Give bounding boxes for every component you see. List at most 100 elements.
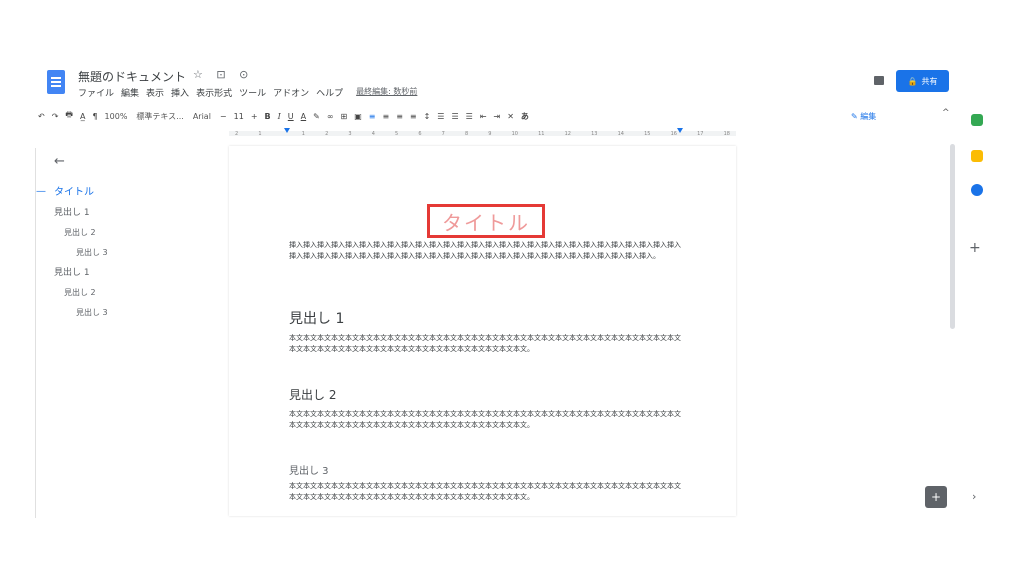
outline-active-marker: —: [36, 186, 46, 197]
document-outline: ← — タイトル 見出し 1 見出し 2 見出し 3 見出し 1 見出し 2 見…: [36, 154, 214, 323]
body-paragraph[interactable]: 本文本文本文本文本文本文本文本文本文本文本文本文本文本文本文本文本文本文本文本文…: [289, 409, 681, 431]
last-edit-link[interactable]: 最終編集: 数秒前: [356, 86, 417, 99]
add-addon-icon[interactable]: +: [969, 240, 981, 256]
menu-addons[interactable]: アドオン: [273, 86, 309, 99]
font-size-decrease-button[interactable]: −: [220, 112, 227, 121]
share-label: 共有: [921, 76, 938, 86]
justify-icon[interactable]: ≡: [410, 112, 417, 121]
title-highlight-box: タイトル: [427, 204, 545, 238]
align-right-icon[interactable]: ≡: [396, 112, 403, 121]
chevron-up-icon[interactable]: ^: [942, 108, 950, 118]
right-indent-marker-icon[interactable]: [677, 128, 683, 133]
body-paragraph[interactable]: 本文本文本文本文本文本文本文本文本文本文本文本文本文本文本文本文本文本文本文本文…: [289, 333, 681, 355]
text-color-button[interactable]: A: [301, 112, 306, 121]
heading-1[interactable]: 見出し 1: [289, 308, 344, 328]
decrease-indent-icon[interactable]: ⇤: [480, 112, 487, 121]
outline-item-heading3[interactable]: 見出し 3: [54, 303, 214, 323]
outline-item-heading2[interactable]: 見出し 2: [54, 223, 214, 243]
calendar-icon[interactable]: [971, 114, 983, 126]
ruler-tick: 4: [371, 131, 375, 137]
vertical-scrollbar[interactable]: [950, 144, 955, 329]
intro-paragraph[interactable]: 挿入挿入挿入挿入挿入挿入挿入挿入挿入挿入挿入挿入挿入挿入挿入挿入挿入挿入挿入挿入…: [289, 240, 681, 262]
increase-indent-icon[interactable]: ⇥: [494, 112, 501, 121]
ruler-tick: 5: [395, 131, 399, 137]
heading-2[interactable]: 見出し 2: [289, 386, 336, 403]
menu-file[interactable]: ファイル: [78, 86, 114, 99]
ruler-tick: 13: [591, 131, 598, 137]
horizontal-ruler[interactable]: 2 1 1 2 3 4 5 6 7 8 9 10 11 12 13 14 15 …: [229, 128, 736, 138]
add-comment-icon[interactable]: ⊞: [341, 112, 348, 121]
docs-header: 無題のドキュメント ☆ ⊡ ⊙ ファイル 編集 表示 挿入 表示形式 ツール ア…: [0, 64, 1024, 104]
zoom-select[interactable]: 100%: [105, 112, 128, 121]
font-select[interactable]: Arial: [193, 112, 211, 121]
explore-button[interactable]: +: [925, 486, 947, 508]
numbered-list-icon[interactable]: ☰: [466, 112, 473, 121]
body-paragraph[interactable]: 本文本文本文本文本文本文本文本文本文本文本文本文本文本文本文本文本文本文本文本文…: [289, 481, 681, 503]
underline-button[interactable]: U: [288, 112, 294, 121]
arrow-left-icon[interactable]: ←: [54, 154, 214, 169]
font-size-input[interactable]: 11: [234, 112, 244, 121]
ruler-tick: 11: [538, 131, 545, 137]
link-icon[interactable]: ∞: [327, 112, 334, 121]
menu-format[interactable]: 表示形式: [196, 86, 232, 99]
ruler-tick: 10: [511, 131, 518, 137]
tasks-icon[interactable]: [971, 184, 983, 196]
undo-icon[interactable]: ↶: [38, 112, 45, 121]
clear-formatting-icon[interactable]: ✕: [507, 112, 514, 121]
style-select[interactable]: 標準テキス...: [136, 111, 183, 122]
bulleted-list-icon[interactable]: ☰: [451, 112, 458, 121]
input-tools-icon[interactable]: あ: [521, 111, 529, 122]
ruler-tick: 1: [258, 131, 262, 137]
outline-item-heading3[interactable]: 見出し 3: [54, 243, 214, 263]
lock-icon: 🔒: [907, 76, 918, 86]
menu-insert[interactable]: 挿入: [171, 86, 189, 99]
ruler-tick: 1: [301, 131, 305, 137]
title-actions-icons[interactable]: ☆ ⊡ ⊙: [193, 68, 253, 81]
ruler-tick: 16: [670, 131, 677, 137]
docs-logo-icon[interactable]: [47, 70, 65, 94]
chevron-right-icon[interactable]: ›: [972, 490, 976, 503]
ruler-tick: 7: [441, 131, 445, 137]
spellcheck-icon[interactable]: A̲: [80, 112, 85, 121]
outline-item-heading2[interactable]: 見出し 2: [54, 283, 214, 303]
italic-button[interactable]: I: [278, 112, 281, 121]
comment-history-icon[interactable]: [874, 76, 884, 85]
highlight-icon[interactable]: ✎: [313, 112, 320, 121]
ruler-tick: 15: [644, 131, 651, 137]
menu-edit[interactable]: 編集: [121, 86, 139, 99]
ruler-tick: 6: [418, 131, 422, 137]
ruler-tick: 14: [617, 131, 624, 137]
editing-mode-select[interactable]: ✎ 編集: [851, 108, 973, 124]
paint-format-icon[interactable]: ¶: [92, 112, 97, 121]
redo-icon[interactable]: ↷: [52, 112, 59, 121]
vertical-ruler[interactable]: [28, 148, 36, 518]
menu-tools[interactable]: ツール: [239, 86, 266, 99]
ruler-tick: 3: [348, 131, 352, 137]
align-center-icon[interactable]: ≡: [382, 112, 389, 121]
align-left-icon[interactable]: ≡: [369, 112, 376, 121]
toolbar: ↶ ↷ 🖶 A̲ ¶ 100% 標準テキス... Arial − 11 + B …: [38, 108, 960, 124]
share-button[interactable]: 🔒 共有: [896, 70, 949, 92]
page-title[interactable]: タイトル: [442, 207, 530, 236]
print-icon[interactable]: 🖶: [65, 109, 73, 123]
outline-item-title[interactable]: タイトル: [54, 183, 214, 203]
left-indent-marker-icon[interactable]: [284, 128, 290, 133]
ruler-tick: 2: [325, 131, 329, 137]
line-spacing-icon[interactable]: ↕: [424, 112, 431, 121]
bold-button[interactable]: B: [265, 112, 271, 121]
outline-item-heading1[interactable]: 見出し 1: [54, 263, 214, 283]
menu-view[interactable]: 表示: [146, 86, 164, 99]
keep-icon[interactable]: [971, 150, 983, 162]
checklist-icon[interactable]: ☰: [437, 112, 444, 121]
menu-bar: ファイル 編集 表示 挿入 表示形式 ツール アドオン ヘルプ 最終編集: 数秒…: [78, 86, 417, 99]
menu-help[interactable]: ヘルプ: [316, 86, 343, 99]
document-title[interactable]: 無題のドキュメント: [78, 68, 186, 85]
ruler-tick: 12: [564, 131, 571, 137]
ruler-ticks: 2 1 1 2 3 4 5 6 7 8 9 10 11 12 13 14 15 …: [229, 131, 736, 137]
insert-image-icon[interactable]: ▣: [354, 112, 362, 121]
font-size-increase-button[interactable]: +: [251, 112, 258, 121]
document-page[interactable]: タイトル 挿入挿入挿入挿入挿入挿入挿入挿入挿入挿入挿入挿入挿入挿入挿入挿入挿入挿…: [229, 146, 736, 516]
heading-3[interactable]: 見出し 3: [289, 462, 329, 477]
outline-item-heading1[interactable]: 見出し 1: [54, 203, 214, 223]
ruler-tick: 17: [697, 131, 704, 137]
